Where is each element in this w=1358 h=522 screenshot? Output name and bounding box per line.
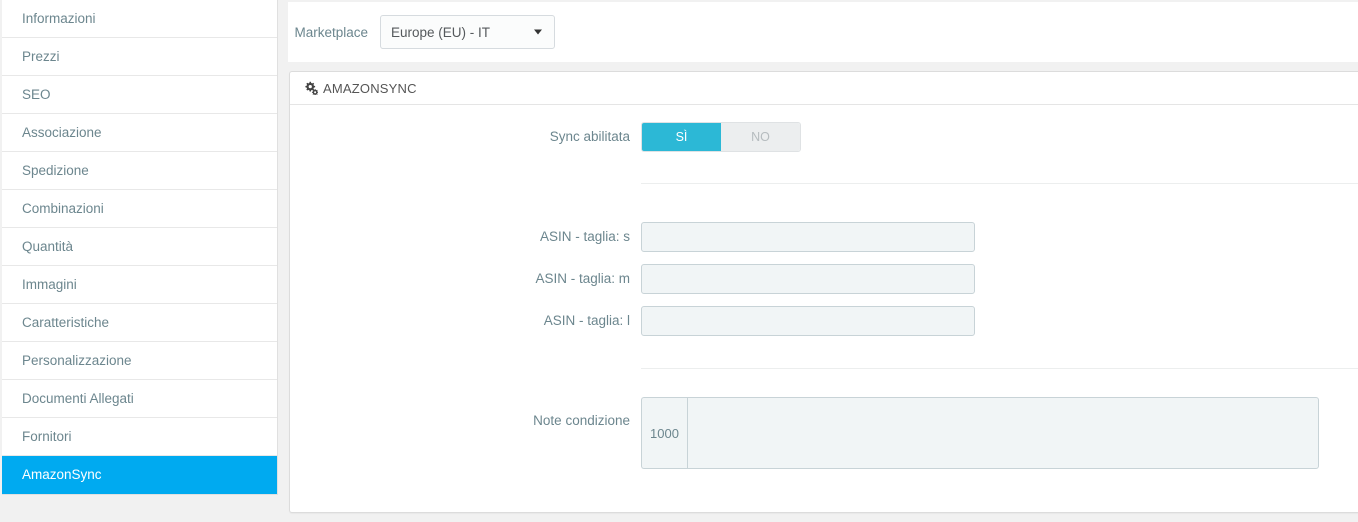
asin-s-label: ASIN - taglia: s bbox=[539, 229, 630, 244]
sidebar-item-documenti-allegati[interactable]: Documenti Allegati bbox=[2, 380, 277, 418]
asin-l-label: ASIN - taglia: l bbox=[543, 313, 630, 328]
sidebar-item-label: Quantità bbox=[22, 239, 74, 254]
sidebar-item-fornitori[interactable]: Fornitori bbox=[2, 418, 277, 456]
sidebar-item-label: Combinazioni bbox=[22, 201, 104, 216]
sidebar-item-informazioni[interactable]: Informazioni bbox=[2, 0, 277, 38]
note-char-counter: 1000 bbox=[641, 397, 687, 469]
sync-abilitata-label: Sync abilitata bbox=[549, 129, 630, 144]
cogs-icon bbox=[304, 81, 318, 95]
form-row-asin-l: ASIN - taglia: l bbox=[290, 306, 1358, 336]
sync-abilitata-toggle[interactable]: SÌ NO bbox=[641, 122, 801, 152]
sidebar-item-prezzi[interactable]: Prezzi bbox=[2, 38, 277, 76]
sidebar-item-label: Prezzi bbox=[22, 49, 60, 64]
form-row-asin-m: ASIN - taglia: m bbox=[290, 264, 1358, 294]
sidebar-item-associazione[interactable]: Associazione bbox=[2, 114, 277, 152]
content-area: Marketplace Europe (EU) - IT AMAZONSYNC bbox=[278, 0, 1358, 522]
sidebar-item-amazonsync[interactable]: AmazonSync bbox=[2, 456, 277, 494]
sidebar-item-label: Caratteristiche bbox=[22, 315, 110, 330]
form-row-asin-s: ASIN - taglia: s bbox=[290, 222, 1358, 252]
sidebar-item-immagini[interactable]: Immagini bbox=[2, 266, 277, 304]
form-row-sync-abilitata: Sync abilitata SÌ NO bbox=[290, 122, 1358, 152]
marketplace-bar: Marketplace Europe (EU) - IT bbox=[288, 2, 1358, 62]
asin-m-label: ASIN - taglia: m bbox=[535, 271, 630, 286]
panel-body: Sync abilitata SÌ NO ASIN - taglia: s AS… bbox=[290, 122, 1358, 522]
page-root: Informazioni Prezzi SEO Associazione Spe… bbox=[0, 0, 1358, 522]
divider-top bbox=[641, 183, 1358, 184]
note-condizione-field: 1000 bbox=[641, 397, 1319, 469]
sidebar-item-quantita[interactable]: Quantità bbox=[2, 228, 277, 266]
sidebar-item-label: Immagini bbox=[22, 277, 77, 292]
sidebar-item-label: Personalizzazione bbox=[22, 353, 132, 368]
divider-bottom bbox=[641, 368, 1358, 369]
marketplace-select-value: Europe (EU) - IT bbox=[391, 24, 491, 40]
sidebar-item-seo[interactable]: SEO bbox=[2, 76, 277, 114]
note-condizione-label: Note condizione bbox=[533, 413, 630, 428]
sidebar-item-label: Informazioni bbox=[22, 11, 96, 26]
panel-header: AMAZONSYNC bbox=[290, 72, 1358, 105]
panel-title: AMAZONSYNC bbox=[323, 80, 417, 96]
sync-toggle-yes[interactable]: SÌ bbox=[642, 123, 721, 151]
sidebar-item-caratteristiche[interactable]: Caratteristiche bbox=[2, 304, 277, 342]
sidebar-item-label: SEO bbox=[22, 87, 51, 102]
form-row-note-condizione: Note condizione 1000 bbox=[290, 397, 1358, 469]
sidebar-item-label: Fornitori bbox=[22, 429, 72, 444]
sidebar-item-personalizzazione[interactable]: Personalizzazione bbox=[2, 342, 277, 380]
sidebar-nav-list: Informazioni Prezzi SEO Associazione Spe… bbox=[2, 0, 278, 495]
marketplace-label: Marketplace bbox=[294, 24, 368, 40]
chevron-down-icon bbox=[534, 29, 542, 35]
sidebar-item-combinazioni[interactable]: Combinazioni bbox=[2, 190, 277, 228]
asin-m-input[interactable] bbox=[641, 264, 975, 294]
sidebar-item-label: Spedizione bbox=[22, 163, 89, 178]
sidebar-item-label: Documenti Allegati bbox=[22, 391, 134, 406]
sidebar-item-label: AmazonSync bbox=[22, 467, 102, 482]
asin-l-input[interactable] bbox=[641, 306, 975, 336]
sidebar-item-label: Associazione bbox=[22, 125, 102, 140]
sidebar-item-spedizione[interactable]: Spedizione bbox=[2, 152, 277, 190]
asin-s-input[interactable] bbox=[641, 222, 975, 252]
sidebar: Informazioni Prezzi SEO Associazione Spe… bbox=[0, 0, 278, 522]
amazonsync-panel: AMAZONSYNC Sync abilitata SÌ NO ASIN - t… bbox=[289, 71, 1358, 513]
sync-toggle-no[interactable]: NO bbox=[721, 123, 800, 151]
note-condizione-textarea[interactable] bbox=[687, 397, 1319, 469]
marketplace-select[interactable]: Europe (EU) - IT bbox=[380, 15, 555, 49]
